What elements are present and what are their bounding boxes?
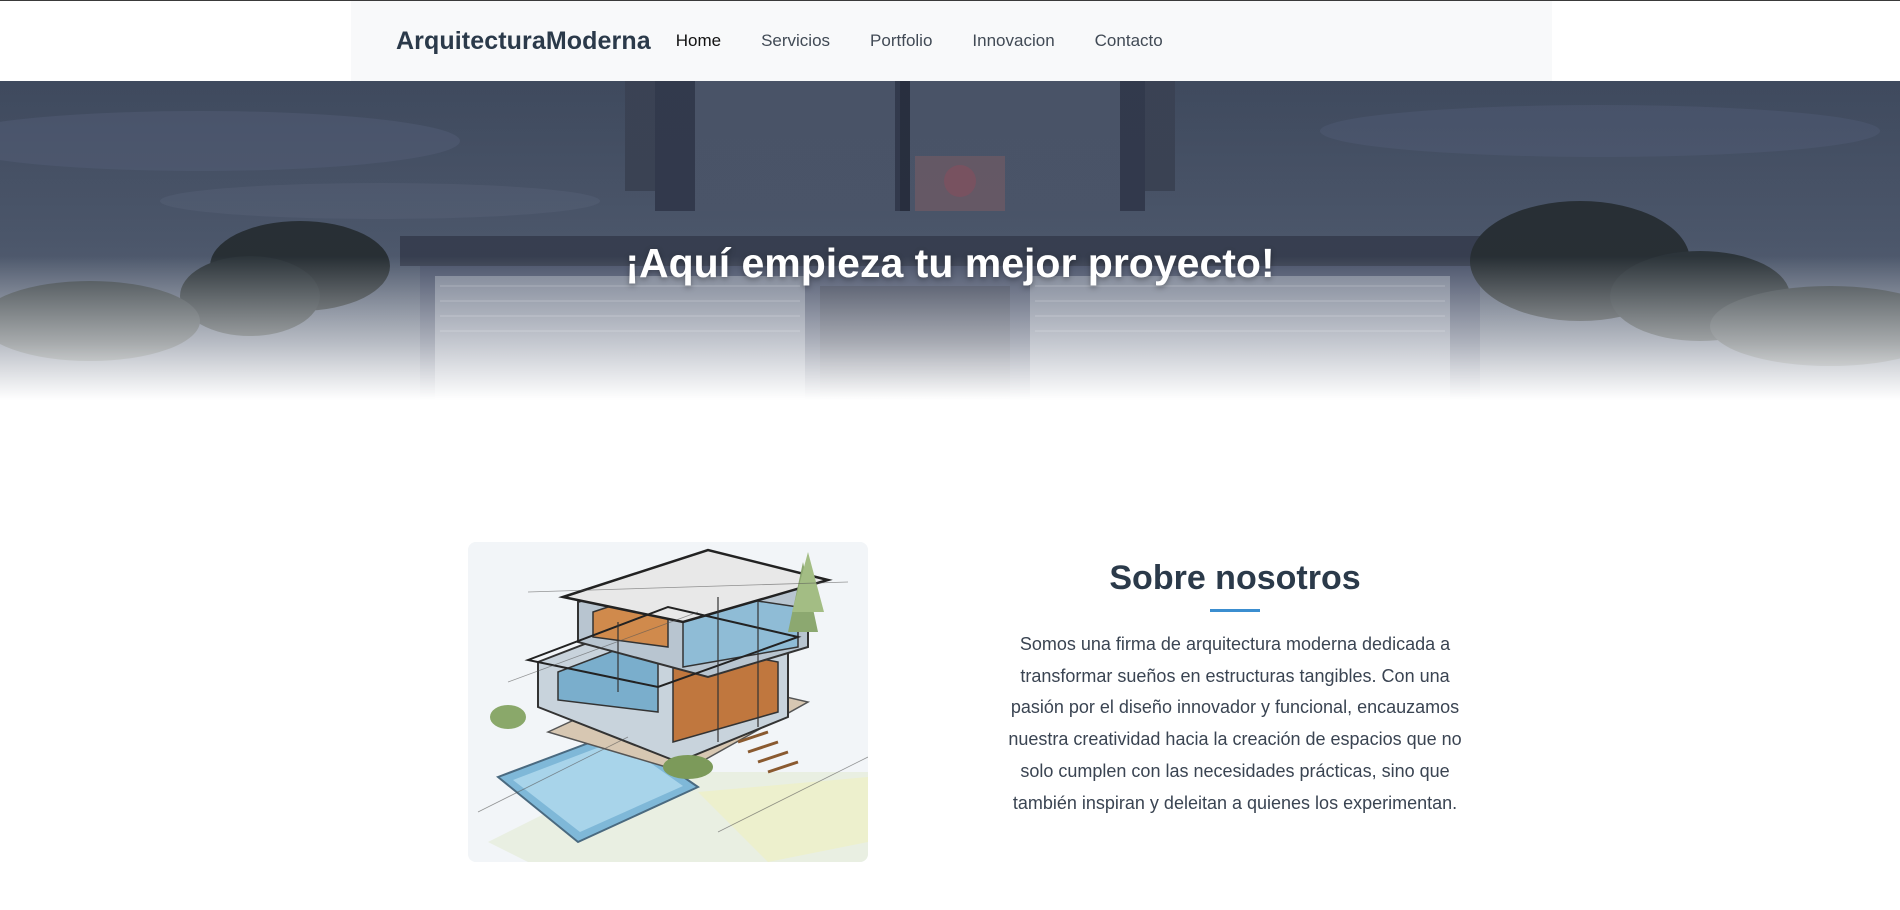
- brand-logo[interactable]: ArquitecturaModerna: [396, 27, 651, 56]
- about-house-sketch-image: [468, 542, 868, 862]
- nav-link-home[interactable]: Home: [676, 31, 721, 51]
- nav-link-portfolio[interactable]: Portfolio: [870, 31, 932, 51]
- nav-link-innovacion[interactable]: Innovacion: [972, 31, 1054, 51]
- about-title: Sobre nosotros: [1109, 559, 1361, 597]
- nav-link-servicios[interactable]: Servicios: [761, 31, 830, 51]
- hero-banner: ¡Aquí empieza tu mejor proyecto!: [0, 81, 1900, 400]
- top-divider: [0, 0, 1900, 1]
- nav-links: Home Servicios Portfolio Innovacion Cont…: [676, 31, 1203, 51]
- about-title-underline: [1210, 609, 1260, 612]
- header: ArquitecturaModerna Home Servicios Portf…: [0, 0, 1900, 81]
- navbar: ArquitecturaModerna Home Servicios Portf…: [351, 1, 1552, 81]
- page: ArquitecturaModerna Home Servicios Portf…: [0, 0, 1900, 910]
- hero-title: ¡Aquí empieza tu mejor proyecto!: [625, 240, 1275, 287]
- about-section: Sobre nosotros Somos una firma de arquit…: [1005, 555, 1465, 819]
- nav-link-contacto[interactable]: Contacto: [1095, 31, 1163, 51]
- about-description: Somos una firma de arquitectura moderna …: [1008, 634, 1462, 813]
